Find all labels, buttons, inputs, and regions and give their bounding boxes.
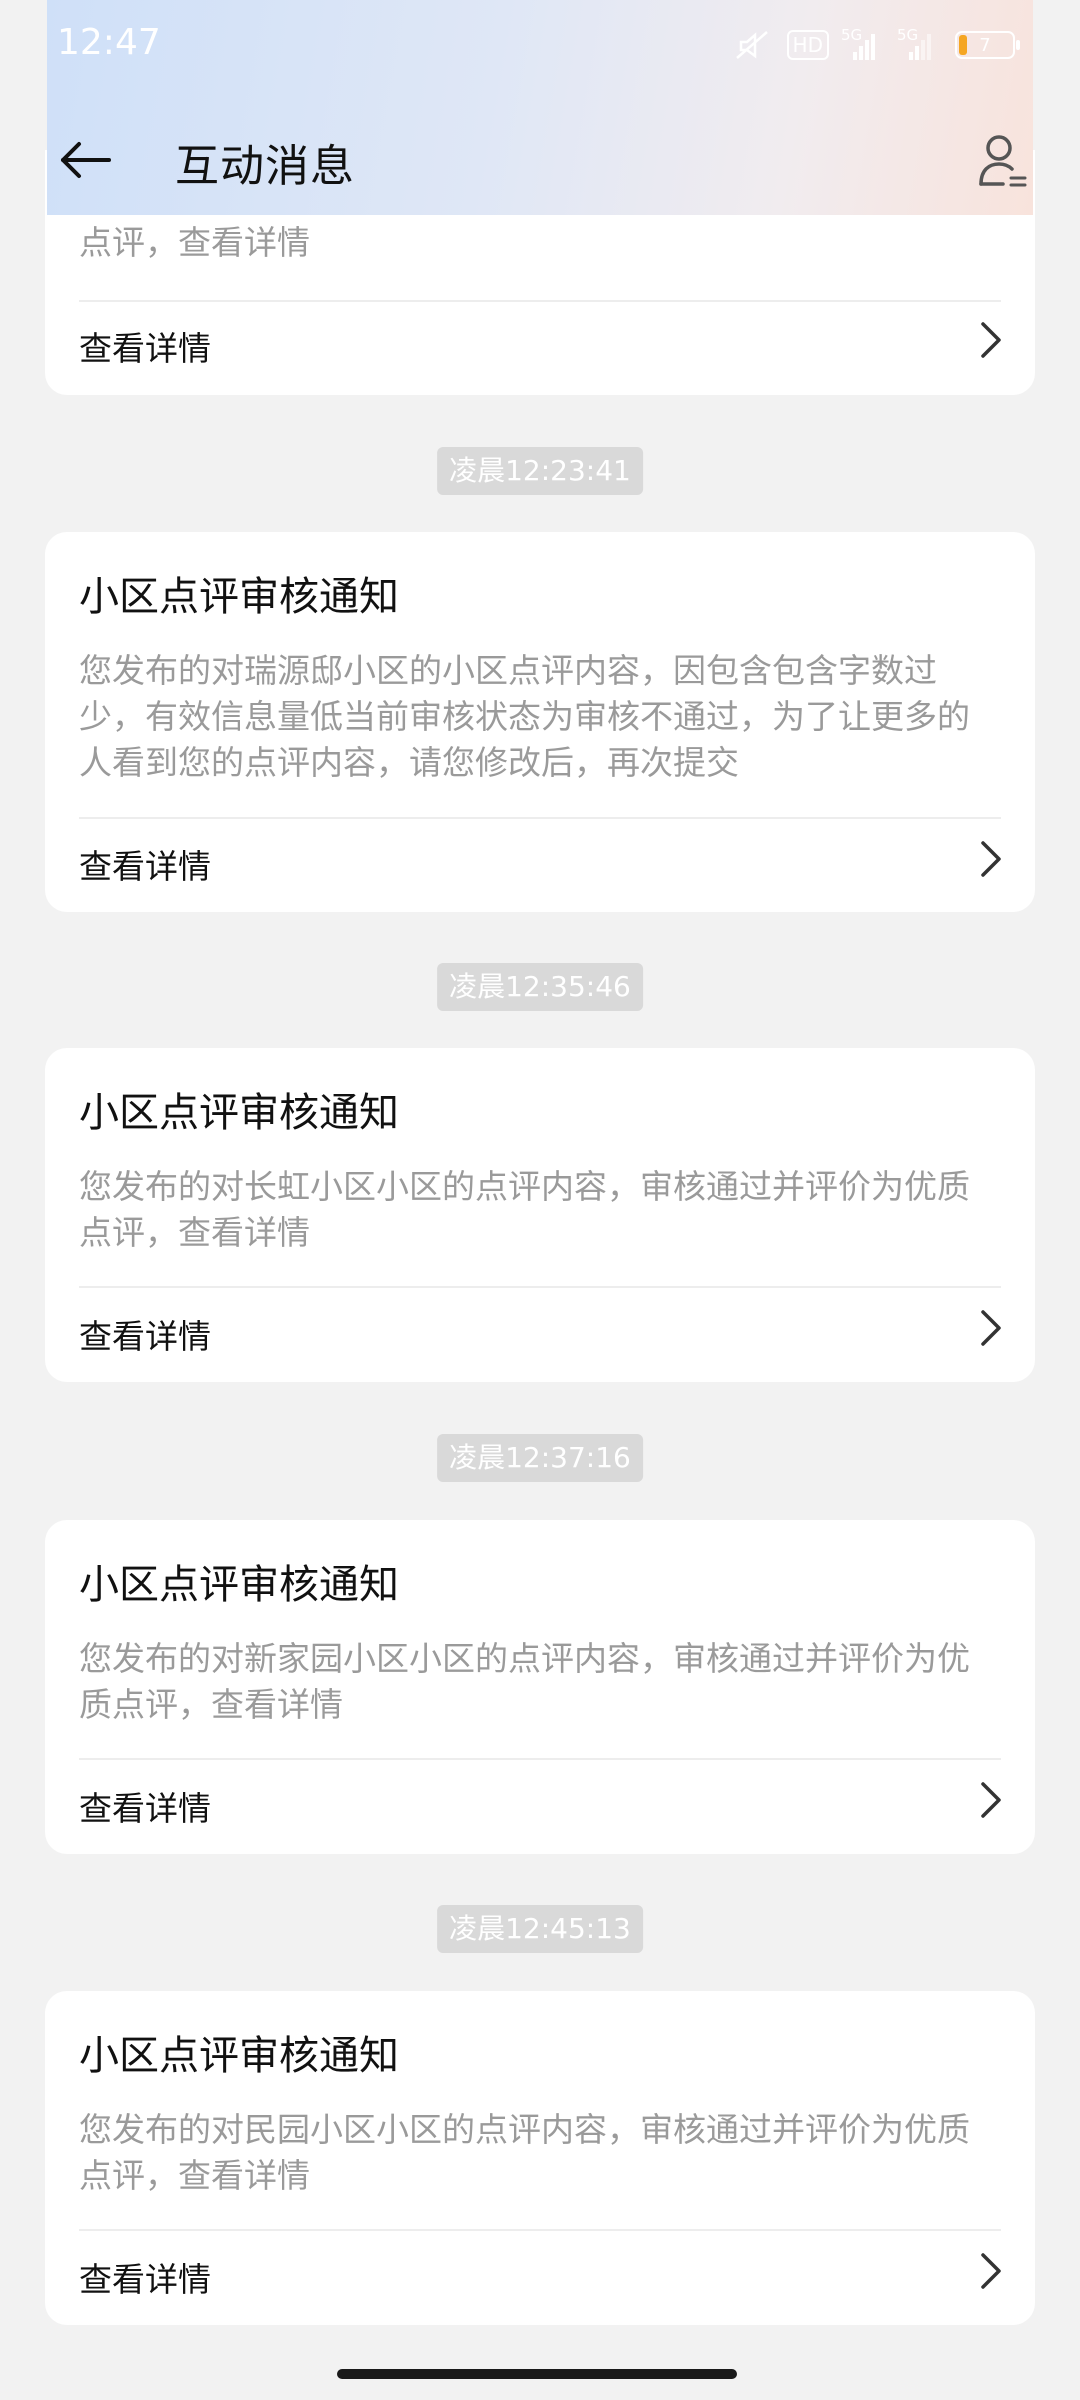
signal-icon: 5G: [841, 26, 885, 60]
view-details-link[interactable]: 查看详情: [79, 840, 211, 888]
profile-button[interactable]: [973, 128, 1033, 192]
status-icons: HD 5G 5G 7: [733, 26, 1020, 64]
message-title: 小区点评审核通知: [79, 2033, 399, 2079]
message-card[interactable]: 小区点评审核通知 您发布的对瑞源邸小区的小区点评内容，因包含包含字数过少，有效信…: [45, 532, 1035, 912]
chevron-right-icon: [981, 322, 1001, 358]
back-button[interactable]: [57, 132, 113, 188]
arrow-left-icon: [61, 142, 111, 178]
divider: [79, 817, 1001, 819]
status-time: 12:47: [57, 22, 161, 63]
app-header: 12:47 HD 5G 5G 7 互动消息: [47, 0, 1033, 215]
message-body: 您发布的对瑞源邸小区的小区点评内容，因包含包含字数过少，有效信息量低当前审核状态…: [79, 651, 970, 782]
hd-badge: HD: [786, 30, 829, 60]
mute-icon: [735, 31, 768, 59]
message-title: 小区点评审核通知: [79, 1090, 399, 1136]
message-body: 您发布的对长虹小区小区的点评内容，审核通过并评价为优质点评，查看详情: [79, 1167, 970, 1252]
battery-icon: 7: [955, 31, 1020, 59]
view-details-link[interactable]: 查看详情: [79, 322, 211, 370]
message-timestamp: 凌晨12:35:46: [437, 963, 643, 1011]
message-timestamp: 凌晨12:37:16: [437, 1434, 643, 1482]
divider: [79, 1286, 1001, 1288]
signal-icon: 5G: [897, 26, 941, 60]
message-timestamp: 凌晨12:45:13: [437, 1905, 643, 1953]
message-body: 您发布的对新家园小区小区的点评内容，审核通过并评价为优质点评，查看详情: [79, 1639, 970, 1724]
divider: [79, 1758, 1001, 1760]
message-body: 点评，查看详情: [79, 223, 310, 262]
chevron-right-icon: [981, 1310, 1001, 1346]
chevron-right-icon: [981, 1782, 1001, 1818]
message-card[interactable]: 小区点评审核通知 您发布的对民园小区小区的点评内容，审核通过并评价为优质点评，查…: [45, 1991, 1035, 2325]
message-card[interactable]: 小区点评审核通知 您发布的对长虹小区小区的点评内容，审核通过并评价为优质点评，查…: [45, 1048, 1035, 1382]
message-title: 小区点评审核通知: [79, 1562, 399, 1608]
view-details-link[interactable]: 查看详情: [79, 1310, 211, 1358]
view-details-link[interactable]: 查看详情: [79, 2253, 211, 2301]
message-card[interactable]: 小区点评审核通知 您发布的对新家园小区小区的点评内容，审核通过并评价为优质点评，…: [45, 1520, 1035, 1854]
user-list-icon: [979, 135, 1027, 187]
page-title: 互动消息: [175, 141, 355, 192]
divider: [79, 2229, 1001, 2231]
battery-level: 7: [979, 34, 991, 56]
message-title: 小区点评审核通知: [79, 574, 399, 620]
message-timestamp: 凌晨12:23:41: [437, 447, 643, 495]
chevron-right-icon: [981, 2253, 1001, 2289]
chevron-right-icon: [981, 841, 1001, 877]
home-indicator[interactable]: [337, 2369, 737, 2379]
view-details-link[interactable]: 查看详情: [79, 1782, 211, 1830]
message-body: 您发布的对民园小区小区的点评内容，审核通过并评价为优质点评，查看详情: [79, 2110, 970, 2195]
divider: [79, 300, 1001, 302]
